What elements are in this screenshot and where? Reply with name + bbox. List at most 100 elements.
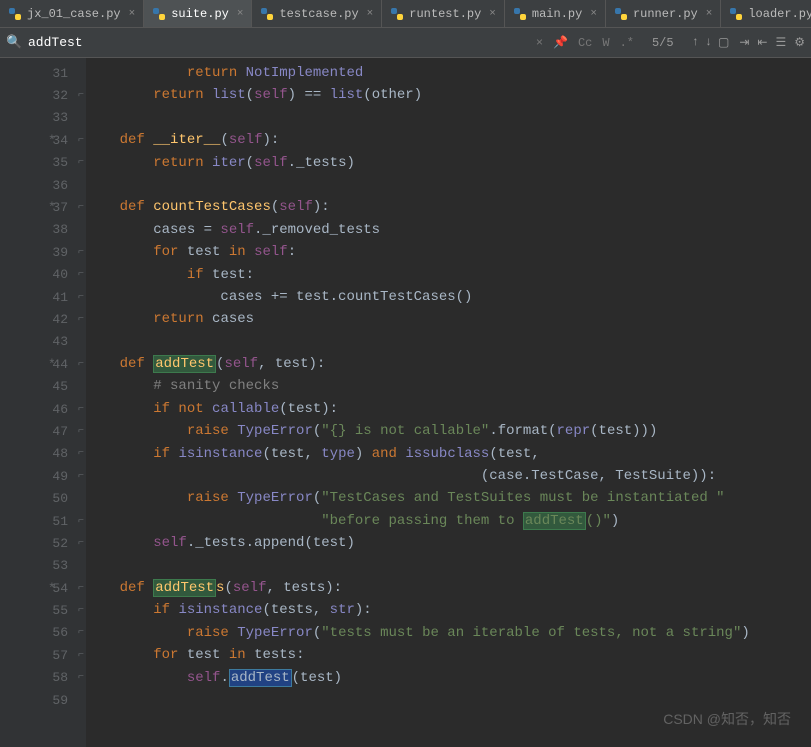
find-select-all-icon[interactable]: ▢	[718, 35, 729, 50]
code-line[interactable]: return cases	[86, 308, 750, 330]
tab-loader-py[interactable]: loader.py×	[721, 0, 811, 27]
line-number: 56⌐	[0, 622, 86, 644]
line-number: 50	[0, 487, 86, 509]
line-number: 57⌐	[0, 644, 86, 666]
find-close-icon[interactable]: ×	[536, 36, 543, 50]
close-tab-icon[interactable]: ×	[367, 8, 374, 20]
tab-label: testcase.py	[279, 7, 358, 21]
code-line[interactable]: if test:	[86, 264, 750, 286]
gutter: 3132⌐33*34⌐35⌐36*37⌐3839⌐40⌐41⌐42⌐43*44⌐…	[0, 58, 86, 747]
close-tab-icon[interactable]: ×	[237, 8, 244, 20]
code-line[interactable]: return iter(self._tests)	[86, 152, 750, 174]
line-number: 59	[0, 689, 86, 711]
code-line[interactable]: def addTest(self, test):	[86, 353, 750, 375]
find-count: 5/5	[652, 36, 674, 50]
find-tool-1-icon[interactable]: ⇥	[739, 35, 749, 50]
code-line[interactable]: return list(self) == list(other)	[86, 84, 750, 106]
code-line[interactable]: # sanity checks	[86, 375, 750, 397]
editor-area[interactable]: 3132⌐33*34⌐35⌐36*37⌐3839⌐40⌐41⌐42⌐43*44⌐…	[0, 58, 811, 747]
code-line[interactable]: raise TypeError("tests must be an iterab…	[86, 622, 750, 644]
code-line[interactable]: if not callable(test):	[86, 398, 750, 420]
code-line[interactable]: cases += test.countTestCases()	[86, 286, 750, 308]
find-next-icon[interactable]: ↓	[705, 35, 712, 50]
line-number: *37⌐	[0, 196, 86, 218]
code-line[interactable]: if isinstance(tests, str):	[86, 599, 750, 621]
code-line[interactable]: def countTestCases(self):	[86, 196, 750, 218]
code-content[interactable]: return NotImplemented return list(self) …	[86, 58, 750, 747]
line-number: 58⌐	[0, 667, 86, 689]
tab-runtest-py[interactable]: runtest.py ×	[382, 0, 505, 27]
line-number: 35⌐	[0, 152, 86, 174]
tab-label: runner.py	[633, 7, 698, 21]
line-number: 43	[0, 331, 86, 353]
line-number: 52⌐	[0, 532, 86, 554]
code-line[interactable]: return NotImplemented	[86, 62, 750, 84]
code-line[interactable]	[86, 689, 750, 711]
python-file-icon	[152, 7, 166, 21]
code-line[interactable]	[86, 555, 750, 577]
tab-label: suite.py	[171, 7, 229, 21]
close-tab-icon[interactable]: ×	[590, 8, 597, 20]
line-number: 33	[0, 107, 86, 129]
code-line[interactable]: for test in tests:	[86, 644, 750, 666]
whole-word-toggle[interactable]: W	[602, 36, 609, 50]
tab-bar: jx_01_case.py×suite.py×testcase.py×runte…	[0, 0, 811, 28]
match-case-toggle[interactable]: Cc	[578, 36, 592, 50]
line-number: 31	[0, 62, 86, 84]
code-line[interactable]	[86, 107, 750, 129]
code-line[interactable]: cases = self._removed_tests	[86, 219, 750, 241]
find-filter-icon[interactable]: ⚙	[794, 35, 805, 50]
code-line[interactable]: "before passing them to addTest()")	[86, 510, 750, 532]
python-file-icon	[729, 7, 743, 21]
code-line[interactable]: raise TypeError("TestCases and TestSuite…	[86, 487, 750, 509]
close-tab-icon[interactable]: ×	[129, 8, 136, 20]
line-number: *44⌐	[0, 353, 86, 375]
tab-label: runtest.py	[409, 7, 481, 21]
python-file-icon	[513, 7, 527, 21]
line-number: 45	[0, 375, 86, 397]
find-bar: 🔍 × 📌 Cc W .* 5/5 ↑ ↓ ▢ ⇥ ⇤ ☰ ⚙	[0, 28, 811, 58]
tab-label: jx_01_case.py	[27, 7, 121, 21]
code-line[interactable]: def addTests(self, tests):	[86, 577, 750, 599]
search-icon: 🔍	[6, 35, 20, 50]
tab-testcase-py[interactable]: testcase.py ×	[252, 0, 382, 27]
python-file-icon	[260, 7, 274, 21]
find-pin-icon[interactable]: 📌	[553, 35, 568, 50]
find-tool-2-icon[interactable]: ⇤	[757, 35, 767, 50]
tab-suite-py[interactable]: suite.py ×	[144, 0, 252, 27]
line-number: 40⌐	[0, 264, 86, 286]
python-file-icon	[614, 7, 628, 21]
tab-jx_01_case-py[interactable]: jx_01_case.py ×	[0, 0, 144, 27]
tab-runner-py[interactable]: runner.py ×	[606, 0, 721, 27]
line-number: 32⌐	[0, 84, 86, 106]
code-line[interactable]	[86, 174, 750, 196]
code-line[interactable]: raise TypeError("{} is not callable".for…	[86, 420, 750, 442]
line-number: 48⌐	[0, 443, 86, 465]
find-prev-icon[interactable]: ↑	[692, 35, 699, 50]
close-tab-icon[interactable]: ×	[706, 8, 713, 20]
code-line[interactable]: for test in self:	[86, 241, 750, 263]
code-line[interactable]: if isinstance(test, type) and issubclass…	[86, 443, 750, 465]
line-number: 38	[0, 219, 86, 241]
tab-main-py[interactable]: main.py ×	[505, 0, 606, 27]
code-line[interactable]: self.addTest(test)	[86, 667, 750, 689]
line-number: 39⌐	[0, 241, 86, 263]
line-number: 41⌐	[0, 286, 86, 308]
line-number: 49⌐	[0, 465, 86, 487]
python-file-icon	[8, 7, 22, 21]
code-line[interactable]: (case.TestCase, TestSuite)):	[86, 465, 750, 487]
line-number: *54⌐	[0, 577, 86, 599]
find-tool-3-icon[interactable]: ☰	[775, 35, 786, 50]
tab-label: main.py	[532, 7, 582, 21]
line-number: 51⌐	[0, 510, 86, 532]
line-number: 47⌐	[0, 420, 86, 442]
python-file-icon	[390, 7, 404, 21]
regex-toggle[interactable]: .*	[620, 36, 634, 50]
line-number: *34⌐	[0, 129, 86, 151]
code-line[interactable]: self._tests.append(test)	[86, 532, 750, 554]
code-line[interactable]: def __iter__(self):	[86, 129, 750, 151]
code-line[interactable]	[86, 331, 750, 353]
find-input[interactable]	[28, 35, 388, 50]
close-tab-icon[interactable]: ×	[489, 8, 496, 20]
line-number: 53	[0, 555, 86, 577]
